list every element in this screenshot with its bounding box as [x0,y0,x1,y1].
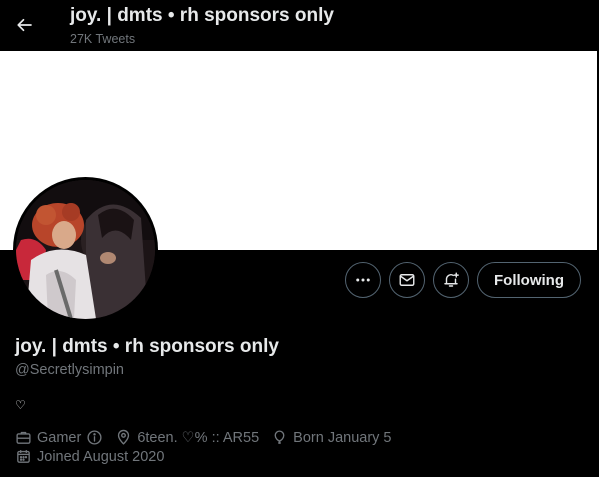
display-name: joy. | dmts • rh sponsors only [15,336,279,357]
message-button[interactable] [389,262,425,298]
bell-plus-icon [444,272,459,287]
back-button[interactable] [8,8,42,42]
balloon-icon [274,430,285,444]
profile-page: joy. | dmts • rh sponsors only 27K Tweet… [0,0,599,477]
birthday-label: Born January 5 [293,429,392,446]
envelope-icon [399,274,415,286]
category-label: Gamer [37,429,82,446]
more-horizontal-icon [356,278,370,282]
following-button[interactable]: Following [477,262,581,298]
tweet-count: 27K Tweets [70,32,136,46]
user-handle: @Secretlysimpin [15,362,124,378]
notifications-button[interactable] [433,262,469,298]
top-bar: joy. | dmts • rh sponsors only 27K Tweet… [0,0,599,51]
arrow-left-icon [17,18,32,32]
birthday-item: Born January 5 [271,429,392,446]
bio-text: ♡ [15,398,26,412]
location-pin-icon [118,429,130,445]
location-label: 6teen. ♡% :: AR55 [137,429,260,446]
joined-label: Joined August 2020 [37,448,165,465]
joined-item: Joined August 2020 [15,448,164,465]
calendar-icon [17,450,30,463]
avatar-image [16,180,155,319]
avatar[interactable] [13,177,158,322]
header-title: joy. | dmts • rh sponsors only [70,5,334,26]
profile-meta-row-joined: Joined August 2020 [15,448,176,465]
location-item: 6teen. ♡% :: AR55 [115,429,259,446]
avatar-photo [16,180,155,319]
profile-meta-row: Gamer 6teen. ♡% :: AR55 Born January 5 [15,429,404,446]
briefcase-icon [16,431,31,444]
info-circle-icon[interactable] [86,429,103,446]
more-button[interactable] [345,262,381,298]
category-item: Gamer [15,429,103,446]
